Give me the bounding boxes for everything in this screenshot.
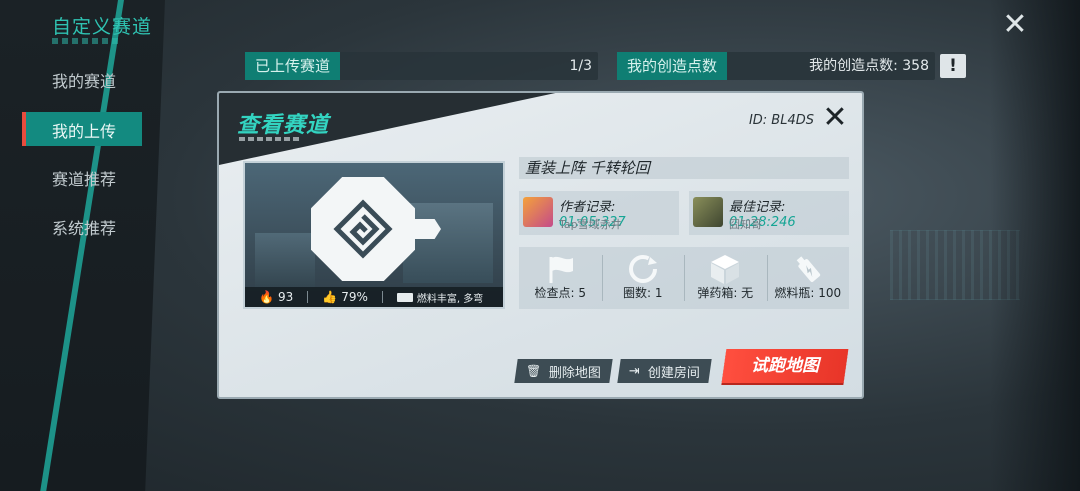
track-thumbnail: 🔥 93 👍 79% 燃料丰富, 多弯: [243, 161, 505, 309]
sidebar-item-system-recommended[interactable]: 系统推荐: [52, 215, 116, 239]
create-room-label: 创建房间: [647, 365, 700, 381]
uploaded-tracks-count: 1/3: [569, 58, 592, 74]
track-detail-modal: 查看赛道 ID: BL4DS ✕ 🔥 93 👍 79% 燃料丰富, 多弯 重装上…: [217, 91, 864, 399]
sidebar-item-my-uploads[interactable]: 我的上传: [52, 118, 116, 142]
sidebar-title-decoration: [52, 38, 122, 44]
modal-title: 查看赛道: [237, 113, 330, 138]
author-avatar: [523, 197, 553, 227]
author-name: Tap雪域赤井: [559, 218, 622, 231]
delete-map-button[interactable]: 🗑 删除地图: [514, 359, 613, 383]
stat-fuel-bottle: 燃料瓶: 100: [766, 247, 850, 309]
flag-icon: [549, 256, 574, 283]
sidebar-item-recommended-tracks[interactable]: 赛道推荐: [52, 166, 116, 190]
test-run-map-button[interactable]: 试跑地图: [721, 349, 849, 383]
ammo-box-label: 弹药箱: 无: [697, 286, 754, 300]
fuel-bottle-label: 燃料瓶: 100: [774, 286, 842, 300]
create-room-button[interactable]: ⇥ 创建房间: [617, 359, 712, 383]
modal-close-icon[interactable]: ✕: [820, 103, 850, 133]
thumbnail-scene: [403, 203, 493, 283]
laps-label: 圈数: 1: [623, 286, 663, 300]
like-rate: 79%: [341, 290, 368, 304]
ammo-box-icon: [711, 255, 740, 284]
best-record-avatar: [693, 197, 723, 227]
close-icon[interactable]: ✕: [1000, 10, 1030, 40]
thumbnail-scene: [255, 233, 315, 288]
right-frame-decoration: [990, 0, 1080, 491]
author-record-label: 作者记录:: [559, 200, 616, 215]
stat-ammo-box: 弹药箱: 无: [684, 247, 767, 309]
like-icon: 👍: [322, 290, 338, 304]
uploaded-tracks-tag: 已上传赛道: [245, 52, 341, 80]
heat-icon: 🔥: [259, 290, 274, 304]
best-record-label: 最佳记录:: [729, 200, 786, 215]
author-record-card: 作者记录: 01:05:327 Tap雪域赤井: [519, 191, 679, 235]
fuel-bottle-icon: [796, 256, 820, 282]
enter-room-icon: ⇥: [629, 363, 640, 379]
track-name: 重装上阵 千转轮回: [525, 159, 650, 177]
delete-map-label: 删除地图: [549, 365, 602, 381]
stat-laps: 圈数: 1: [601, 247, 685, 309]
create-points-value: 我的创造点数: 358: [809, 58, 929, 74]
create-points-tag: 我的创造点数: [617, 52, 728, 80]
stat-checkpoints: 检查点: 5: [519, 247, 602, 309]
trash-icon: 🗑: [526, 364, 542, 378]
track-logo-emblem-icon: [333, 199, 393, 259]
track-feature-note: 燃料丰富, 多弯: [416, 293, 484, 305]
best-record-user: 囧知哥: [729, 218, 762, 231]
sidebar-active-marker: [22, 112, 26, 146]
sidebar-item-my-tracks[interactable]: 我的赛道: [52, 68, 116, 92]
track-logo-tab: [409, 219, 441, 239]
modal-title-decoration: [239, 137, 299, 141]
thumbnail-stats-bar: 🔥 93 👍 79% 燃料丰富, 多弯: [245, 287, 503, 307]
uploaded-tracks-counter: 已上传赛道 1/3: [245, 52, 598, 80]
lap-icon: [628, 255, 657, 283]
tag-icon: [396, 292, 413, 302]
track-stats-panel: 检查点: 5 圈数: 1 弹药箱: 无 燃料瓶: 100: [519, 247, 849, 309]
checkpoints-label: 检查点: 5: [534, 286, 587, 300]
test-run-label: 试跑地图: [751, 356, 819, 376]
track-id: ID: BL4DS: [748, 113, 814, 128]
create-points-counter: 我的创造点数 我的创造点数: 358: [617, 52, 935, 80]
best-record-card: 最佳记录: 01:28:246 囧知哥: [689, 191, 849, 235]
heat-value: 93: [277, 290, 294, 304]
sidebar-title: 自定义赛道: [52, 16, 153, 38]
exclamation-icon[interactable]: !: [940, 54, 966, 78]
